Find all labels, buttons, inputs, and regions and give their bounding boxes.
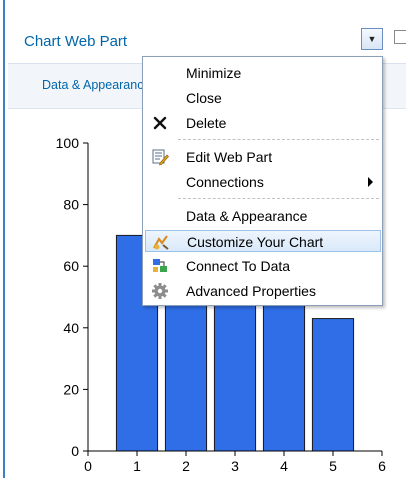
x-tick-label: 5 — [329, 458, 337, 474]
menu-item-data-appearance[interactable]: Data & Appearance — [145, 205, 381, 227]
y-tick-label: 40 — [63, 320, 79, 336]
y-tick-label: 0 — [71, 443, 79, 459]
x-tick-label: 6 — [378, 458, 386, 474]
y-tick-label: 100 — [56, 135, 80, 151]
customize-chart-icon — [153, 235, 169, 250]
chart-bar — [311, 318, 355, 452]
menu-item-close[interactable]: Close — [145, 87, 381, 109]
menu-item-label: Delete — [186, 115, 227, 131]
menu-item-label: Customize Your Chart — [187, 234, 324, 250]
menu-item-label: Minimize — [186, 65, 242, 81]
x-tick-label: 2 — [182, 458, 190, 474]
y-tick-label: 60 — [63, 258, 79, 274]
menu-separator — [178, 198, 379, 199]
menu-item-connect-to-data[interactable]: Connect To Data — [145, 255, 381, 277]
menu-item-label: Connections — [186, 174, 264, 190]
menu-item-label: Data & Appearance — [186, 208, 308, 224]
x-tick-label: 1 — [133, 458, 141, 474]
x-tick-label: 4 — [280, 458, 288, 474]
y-tick-label: 20 — [63, 381, 79, 397]
menu-item-edit-web-part[interactable]: Edit Web Part — [145, 146, 381, 168]
menu-item-label: Close — [186, 90, 222, 106]
edit-web-part-icon — [152, 149, 169, 166]
y-tick-label: 80 — [63, 197, 79, 213]
menu-item-minimize[interactable]: Minimize — [145, 62, 381, 84]
menu-item-label: Advanced Properties — [186, 283, 316, 299]
menu-item-advanced-properties[interactable]: Advanced Properties — [145, 280, 381, 302]
menu-item-customize-your-chart[interactable]: Customize Your Chart — [145, 230, 381, 252]
connect-data-icon — [153, 259, 167, 272]
x-tick-label: 0 — [84, 458, 92, 474]
menu-item-connections[interactable]: Connections — [145, 171, 381, 193]
submenu-arrow-icon — [368, 177, 373, 187]
web-part-context-menu: Minimize Close Delete Edit Web Part Conn… — [142, 56, 383, 306]
x-tick-label: 3 — [231, 458, 239, 474]
menu-item-label: Edit Web Part — [186, 149, 273, 165]
menu-separator — [178, 139, 379, 140]
gear-icon — [152, 283, 168, 299]
menu-item-label: Connect To Data — [186, 258, 291, 274]
menu-item-delete[interactable]: Delete — [145, 112, 381, 134]
delete-x-icon — [153, 116, 167, 130]
